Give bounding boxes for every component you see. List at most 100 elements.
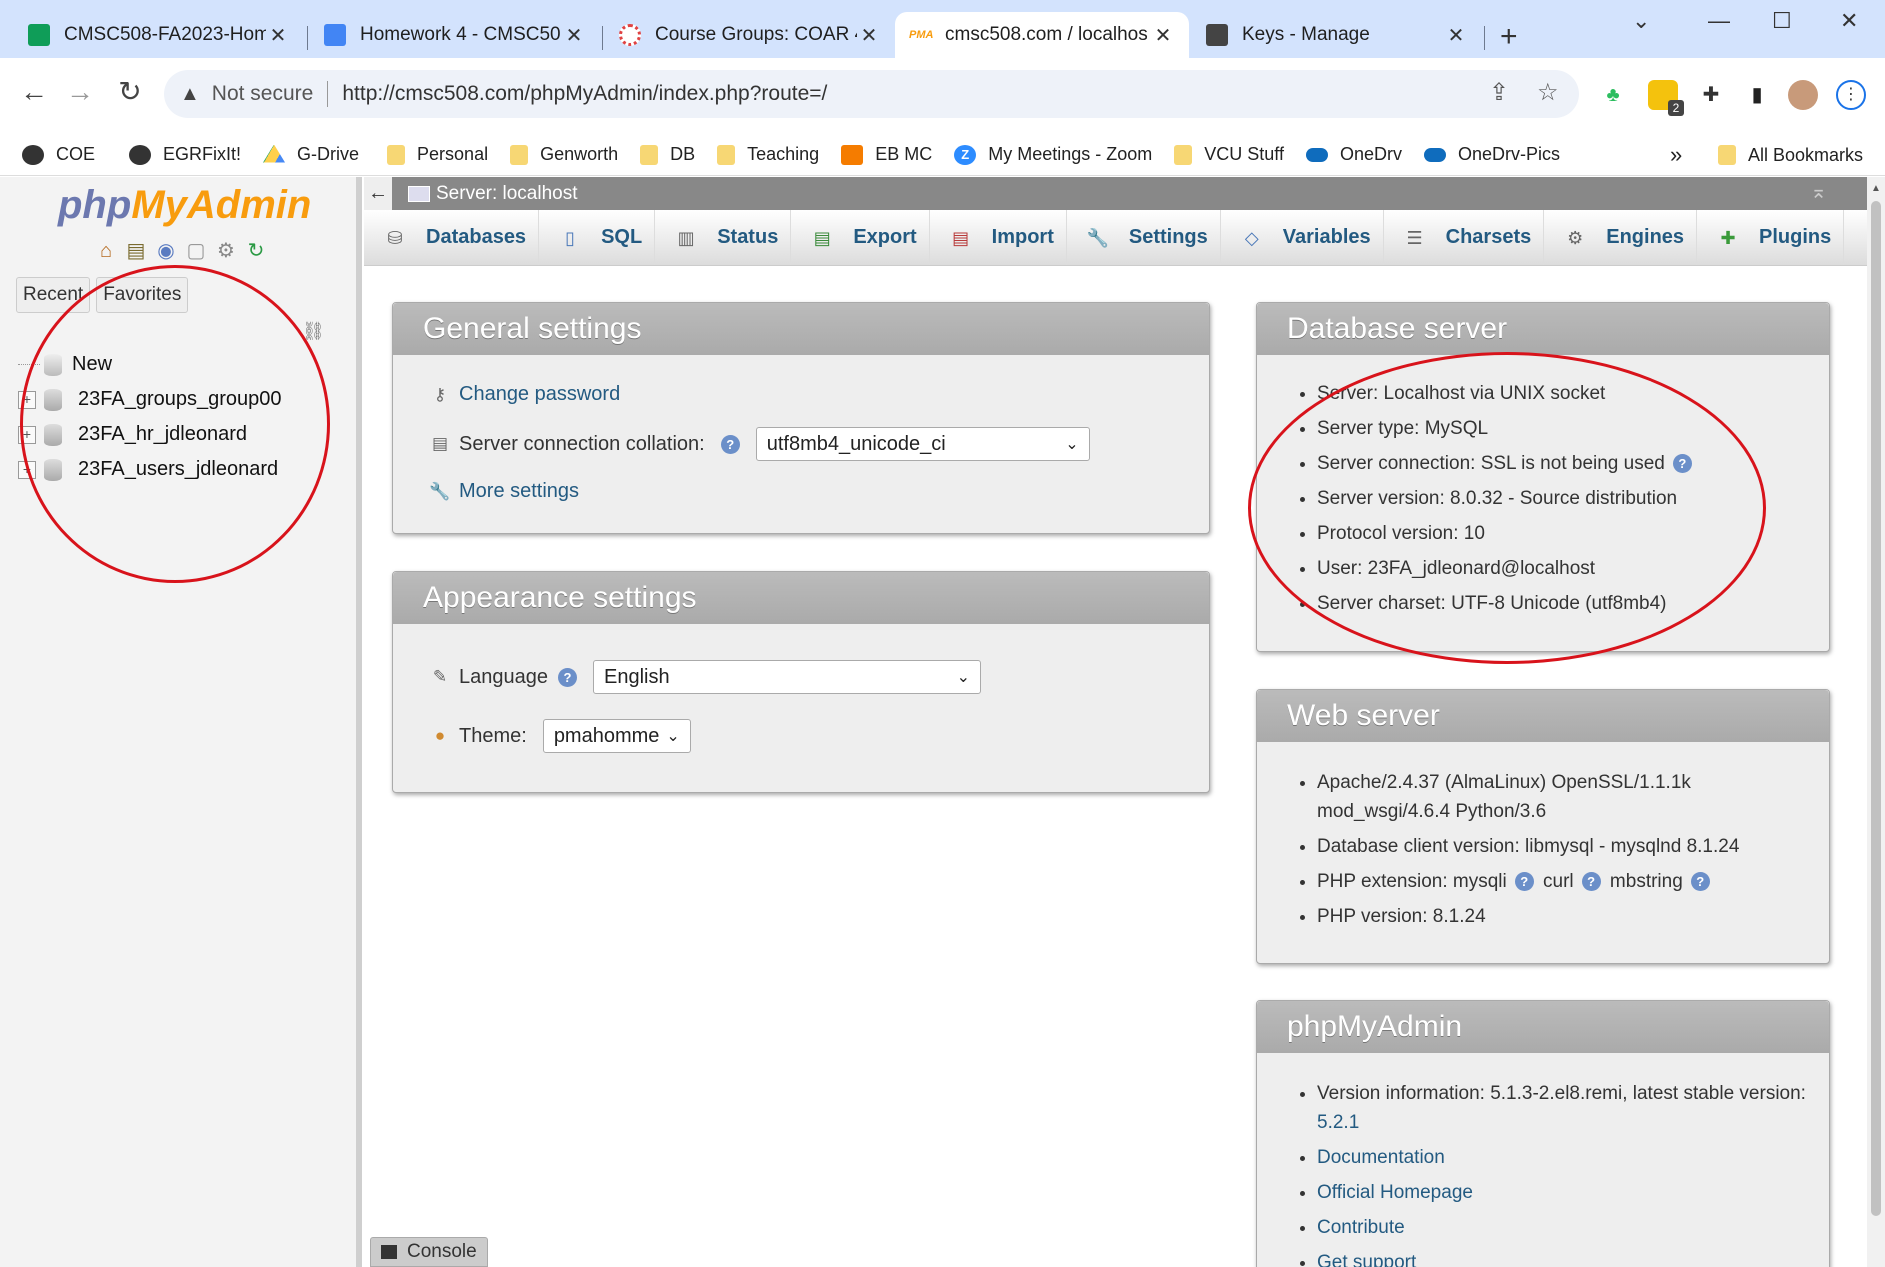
language-value: English xyxy=(603,665,670,688)
bookmark[interactable]: VCU Stuff xyxy=(1174,144,1284,165)
scrollbar-thumb[interactable] xyxy=(1871,201,1881,1216)
latest-version-link[interactable]: 5.2.1 xyxy=(1317,1112,1359,1133)
tab-databases[interactable]: ⛁ Databases xyxy=(364,210,540,265)
window-close-icon[interactable]: ✕ xyxy=(1840,8,1858,34)
evernote-icon[interactable]: ♣ xyxy=(1598,80,1628,110)
tab-charsets[interactable]: ☰ Charsets xyxy=(1384,210,1545,265)
tab-sql[interactable]: ▯ SQL xyxy=(539,210,656,265)
pma-navigation: phpMyAdmin ⌂ ▤ ◉ ▢ ⚙ ↻ Recent Favorites … xyxy=(0,177,362,1267)
change-password-link[interactable]: Change password xyxy=(459,383,620,406)
reload-nav-icon[interactable]: ↻ xyxy=(244,239,268,263)
new-tab-icon[interactable]: + xyxy=(1500,20,1518,54)
browser-tab[interactable]: CMSC508-FA2023-Hom ✕ xyxy=(14,12,304,58)
browser-tab[interactable]: Keys - Manage ✕ xyxy=(1192,12,1482,58)
documentation-link[interactable]: Documentation xyxy=(1317,1147,1445,1168)
favorites-tab[interactable]: Favorites xyxy=(96,277,189,313)
collapse-top-icon[interactable]: ⌅ xyxy=(1810,179,1827,204)
tree-item-db[interactable]: + 23FA_users_jdleonard xyxy=(18,452,282,487)
bookmark[interactable]: EGRFixIt! xyxy=(129,144,241,165)
logout-icon[interactable]: ▤ xyxy=(124,239,148,263)
help-icon[interactable]: ? xyxy=(1690,872,1710,892)
forward-icon[interactable]: → xyxy=(60,72,100,112)
back-icon[interactable]: ← xyxy=(14,72,54,112)
logo-php: php xyxy=(58,183,132,227)
help-icon[interactable]: ◉ xyxy=(154,239,178,263)
database-server-panel: Database server Server: Localhost via UN… xyxy=(1256,302,1830,652)
collation-select[interactable]: utf8mb4_unicode_ci ⌄ xyxy=(755,427,1090,461)
help-icon[interactable]: ? xyxy=(1672,454,1692,474)
server-label[interactable]: Server: localhost xyxy=(436,183,578,205)
database-icon xyxy=(44,458,62,481)
address-bar[interactable]: ▲ Not secure http://cmsc508.com/phpMyAdm… xyxy=(164,70,1579,118)
share-icon[interactable]: ⇪ xyxy=(1489,78,1509,107)
expand-icon[interactable]: + xyxy=(18,460,36,479)
recent-tab[interactable]: Recent xyxy=(16,277,91,313)
menu-label: SQL xyxy=(601,226,643,248)
tab-plugins[interactable]: ✚ Plugins xyxy=(1697,210,1845,265)
close-icon[interactable]: ✕ xyxy=(1151,23,1175,48)
browser-tab-active[interactable]: PMA cmsc508.com / localhos ✕ xyxy=(895,12,1189,58)
bookmarks-overflow-icon[interactable]: » xyxy=(1670,142,1682,168)
extension-badge-icon[interactable]: 2 xyxy=(1648,80,1684,116)
close-icon[interactable]: ✕ xyxy=(266,23,290,48)
console-toggle[interactable]: Console xyxy=(370,1237,488,1267)
home-icon[interactable]: ⌂ xyxy=(94,239,118,263)
link-icon[interactable]: ⛓ xyxy=(302,321,325,342)
tab-status[interactable]: ▥ Status xyxy=(655,210,792,265)
tree-item-new[interactable]: New xyxy=(18,347,282,382)
side-panel-icon[interactable]: ▮ xyxy=(1742,80,1772,110)
close-icon[interactable]: ✕ xyxy=(562,23,586,48)
minimize-icon[interactable]: — xyxy=(1708,8,1730,34)
contribute-link[interactable]: Contribute xyxy=(1317,1217,1405,1238)
expand-icon[interactable]: + xyxy=(18,390,36,409)
browser-tab[interactable]: Course Groups: COAR 4 ✕ xyxy=(605,12,895,58)
bookmark[interactable]: EB MC xyxy=(841,144,932,165)
page-scrollbar[interactable]: ▲ xyxy=(1867,177,1885,1267)
tree-item-db[interactable]: + 23FA_groups_group00 xyxy=(18,382,282,417)
bookmark[interactable]: Z My Meetings - Zoom xyxy=(954,144,1152,165)
menu-icon[interactable]: ⋮ xyxy=(1836,80,1866,110)
reload-icon[interactable]: ↻ xyxy=(110,72,150,112)
bookmark[interactable]: Teaching xyxy=(717,144,819,165)
close-icon[interactable]: ✕ xyxy=(1444,23,1468,48)
more-settings-link[interactable]: More settings xyxy=(459,480,579,503)
menu-label: Databases xyxy=(426,226,527,248)
star-icon[interactable]: ☆ xyxy=(1537,78,1559,107)
pma-logo[interactable]: phpMyAdmin xyxy=(58,183,311,228)
expand-icon[interactable]: + xyxy=(18,425,36,444)
bookmark[interactable]: Genworth xyxy=(510,144,618,165)
gear-icon[interactable]: ⚙ xyxy=(214,239,238,263)
maximize-icon[interactable]: ☐ xyxy=(1772,8,1792,34)
tab-search-icon[interactable]: ⌄ xyxy=(1632,8,1650,34)
tab-engines[interactable]: ⚙ Engines xyxy=(1544,210,1698,265)
help-icon[interactable]: ? xyxy=(557,667,577,687)
docs-icon[interactable]: ▢ xyxy=(184,239,208,263)
close-icon[interactable]: ✕ xyxy=(857,23,881,48)
url-text[interactable]: http://cmsc508.com/phpMyAdmin/index.php?… xyxy=(342,82,827,106)
homepage-link[interactable]: Official Homepage xyxy=(1317,1182,1473,1203)
bookmark[interactable]: DB xyxy=(640,144,695,165)
bookmark[interactable]: G-Drive xyxy=(263,144,359,165)
help-icon[interactable]: ? xyxy=(720,434,740,454)
scroll-up-icon[interactable]: ▲ xyxy=(1871,183,1881,194)
language-select[interactable]: English ⌄ xyxy=(592,660,981,694)
tree-item-db[interactable]: + 23FA_hr_jdleonard xyxy=(18,417,282,452)
tab-variables[interactable]: ◇ Variables xyxy=(1221,210,1384,265)
puzzle-icon[interactable]: ✚ xyxy=(1696,80,1726,110)
help-icon[interactable]: ? xyxy=(1581,872,1601,892)
collapse-nav-icon[interactable]: ← xyxy=(364,177,392,210)
all-bookmarks[interactable]: All Bookmarks xyxy=(1718,134,1863,176)
avatar[interactable] xyxy=(1788,80,1818,110)
tab-settings[interactable]: 🔧 Settings xyxy=(1067,210,1221,265)
help-icon[interactable]: ? xyxy=(1514,872,1534,892)
tab-import[interactable]: ▤ Import xyxy=(930,210,1067,265)
bookmark[interactable]: COE xyxy=(22,144,95,165)
theme-select[interactable]: pmahomme ⌄ xyxy=(542,719,691,753)
bookmark[interactable]: Personal xyxy=(387,144,488,165)
bookmark[interactable]: OneDrv-Pics xyxy=(1423,144,1560,165)
bookmark[interactable]: OneDrv xyxy=(1305,144,1402,165)
theme-value: pmahomme xyxy=(553,724,660,747)
support-link[interactable]: Get support xyxy=(1317,1252,1416,1267)
tab-export[interactable]: ▤ Export xyxy=(791,210,930,265)
browser-tab[interactable]: Homework 4 - CMSC50 ✕ xyxy=(310,12,600,58)
